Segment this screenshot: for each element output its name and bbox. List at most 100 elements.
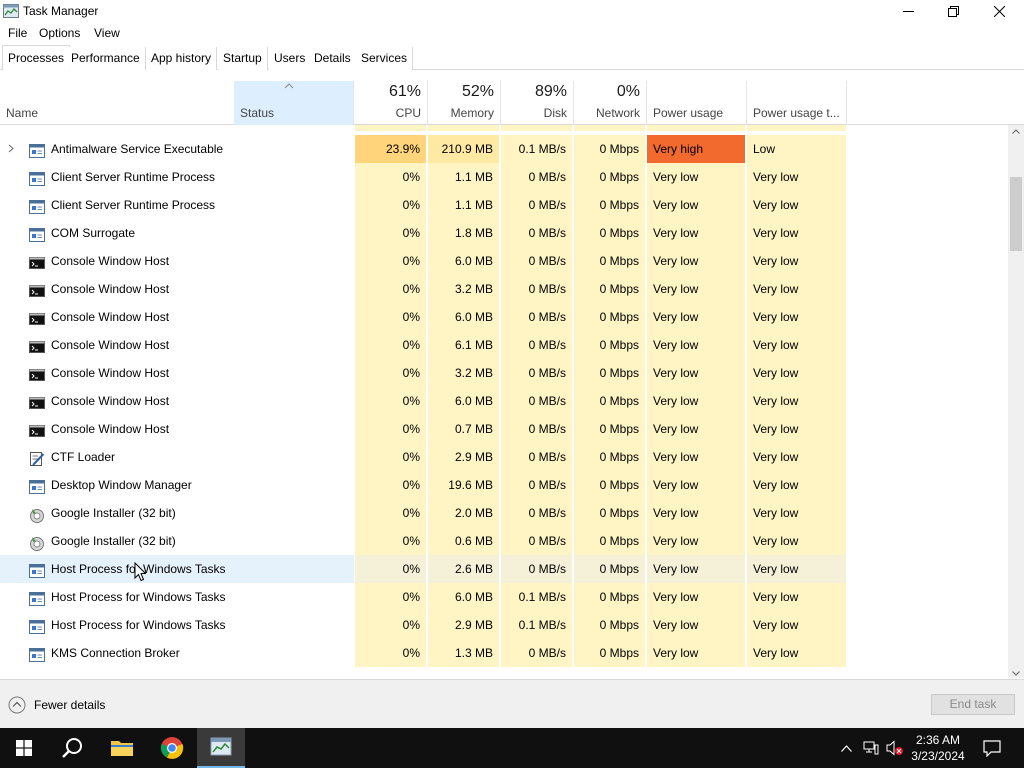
column-power-usage[interactable]: Power usage	[647, 81, 747, 125]
process-cpu: 0%	[355, 387, 427, 415]
process-name: Client Server Runtime Process	[51, 170, 216, 184]
table-row[interactable]: Console Window Host 0% 6.1 MB 0 MB/s 0 Mbps V…	[0, 331, 1008, 359]
table-row[interactable]: Console Window Host 0% 6.0 MB 0 MB/s 0 Mbps V…	[0, 303, 1008, 331]
table-row[interactable]: Client Server Runtime Process 0% 1.1 MB 0 M…	[0, 191, 1008, 219]
column-disk[interactable]: 89% Disk	[501, 81, 574, 125]
table-row[interactable]: Google Installer (32 bit) 0% 2.0 MB 0 MB/s 0…	[0, 499, 1008, 527]
process-power-usage: Very low	[647, 247, 746, 275]
tab-startup[interactable]: Startup	[218, 47, 268, 70]
process-power-usage: Very low	[647, 275, 746, 303]
fewer-details-icon[interactable]	[8, 696, 26, 714]
console-icon	[29, 393, 45, 409]
close-button[interactable]	[976, 0, 1022, 23]
process-power-usage: Very high	[647, 135, 746, 163]
process-name: KMS Connection Broker	[51, 646, 180, 660]
process-power-usage: Very low	[647, 555, 746, 583]
column-memory[interactable]: 52% Memory	[428, 81, 501, 125]
process-power-usage: Very low	[647, 331, 746, 359]
taskbar: 2:36 AM 3/23/2024	[0, 728, 1024, 768]
tab-performance[interactable]: Performance	[66, 47, 146, 70]
process-memory: 2.0 MB	[428, 499, 500, 527]
end-task-button[interactable]: End task	[931, 694, 1015, 715]
process-power-usage-trend: Very low	[747, 387, 846, 415]
menu-file[interactable]: File	[8, 26, 27, 40]
process-memory: 2.9 MB	[428, 611, 500, 639]
table-row[interactable]: Host Process for Windows Tasks 0% 2.6 MB 0 …	[0, 555, 1008, 583]
menu-options[interactable]: Options	[39, 26, 80, 40]
process-memory: 2.6 MB	[428, 555, 500, 583]
process-cpu: 0%	[355, 639, 427, 667]
process-cpu: 0%	[355, 359, 427, 387]
action-center-button[interactable]	[980, 728, 1004, 768]
process-status-cell	[234, 219, 354, 247]
process-network: 0 Mbps	[574, 471, 646, 499]
minimize-icon	[902, 11, 914, 12]
service-app-icon	[29, 561, 45, 578]
file-explorer-button[interactable]	[98, 728, 146, 768]
process-name: CTF Loader	[51, 450, 116, 464]
column-name[interactable]: Name	[0, 81, 234, 125]
fewer-details-link[interactable]: Fewer details	[34, 698, 105, 712]
column-power-usage-trend[interactable]: Power usage t...	[747, 81, 847, 125]
column-status[interactable]: Status	[234, 81, 354, 125]
start-button[interactable]	[0, 728, 48, 768]
scroll-up-icon[interactable]	[1012, 129, 1020, 134]
column-cpu[interactable]: 61% CPU	[355, 81, 428, 125]
table-row[interactable]: Google Installer (32 bit) 0% 0.6 MB 0 MB/s 0…	[0, 527, 1008, 555]
process-power-usage-trend: Very low	[747, 359, 846, 387]
column-network[interactable]: 0% Network	[574, 81, 647, 125]
chrome-button[interactable]	[148, 728, 196, 768]
show-hidden-icons-button[interactable]	[838, 728, 854, 768]
menu-view[interactable]: View	[94, 26, 120, 40]
tab-details[interactable]: Details	[309, 47, 357, 70]
tab-services[interactable]: Services	[356, 47, 414, 70]
process-power-usage: Very low	[647, 163, 746, 191]
process-name: Console Window Host	[51, 366, 170, 380]
chrome-icon	[160, 737, 184, 759]
table-row[interactable]: Console Window Host 0% 0.7 MB 0 MB/s 0 Mbps V…	[0, 415, 1008, 443]
table-row[interactable]: Host Process for Windows Tasks 0% 6.0 MB 0.…	[0, 583, 1008, 611]
process-disk: 0 MB/s	[501, 555, 573, 583]
process-name-cell: Console Window Host	[0, 387, 234, 415]
task-manager-taskbar-button[interactable]	[197, 728, 245, 768]
mouse-cursor-icon	[134, 562, 146, 582]
process-memory: 3.2 MB	[428, 275, 500, 303]
table-row[interactable]: Host Process for Windows Tasks 0% 2.9 MB 0.…	[0, 611, 1008, 639]
table-row[interactable]: Client Server Runtime Process 0% 1.1 MB 0 M…	[0, 163, 1008, 191]
scrollbar-thumb[interactable]	[1010, 177, 1022, 251]
process-network: 0 Mbps	[574, 387, 646, 415]
table-row[interactable]: Console Window Host 0% 3.2 MB 0 MB/s 0 Mbps V…	[0, 275, 1008, 303]
task-manager-icon	[210, 737, 232, 756]
process-name: Console Window Host	[51, 310, 170, 324]
process-name: Console Window Host	[51, 282, 170, 296]
table-row[interactable]: Console Window Host 0% 6.0 MB 0 MB/s 0 Mbps V…	[0, 247, 1008, 275]
network-tray-button[interactable]	[861, 728, 881, 768]
process-cpu: 0%	[355, 247, 427, 275]
process-network: 0 Mbps	[574, 219, 646, 247]
restore-icon	[947, 6, 959, 17]
process-cpu: 0%	[355, 499, 427, 527]
expand-chevron-icon[interactable]	[8, 144, 14, 153]
tab-app-history[interactable]: App history	[146, 47, 218, 70]
search-button[interactable]	[48, 728, 96, 768]
table-row[interactable]: Antimalware Service Executable 23.9% 210.9…	[0, 135, 1008, 163]
table-row[interactable]: KMS Connection Broker 0% 1.3 MB 0 MB/s 0 Mbp…	[0, 639, 1008, 667]
process-power-usage-trend: Very low	[747, 275, 846, 303]
tab-processes[interactable]: Processes	[2, 45, 71, 71]
restore-button[interactable]	[930, 0, 976, 23]
table-row[interactable]: COM Surrogate 0% 1.8 MB 0 MB/s 0 Mbps Very lo…	[0, 219, 1008, 247]
table-row[interactable]: Desktop Window Manager 0% 19.6 MB 0 MB/s 0 M…	[0, 471, 1008, 499]
table-row[interactable]: Console Window Host 0% 6.0 MB 0 MB/s 0 Mbps V…	[0, 387, 1008, 415]
vertical-scrollbar[interactable]	[1008, 125, 1024, 678]
process-network: 0 Mbps	[574, 331, 646, 359]
tab-users[interactable]: Users	[269, 47, 312, 70]
table-row[interactable]: CTF Loader 0% 2.9 MB 0 MB/s 0 Mbps Very low Ve…	[0, 443, 1008, 471]
system-clock[interactable]: 2:36 AM 3/23/2024	[900, 732, 976, 764]
table-row[interactable]: Console Window Host 0% 3.2 MB 0 MB/s 0 Mbps V…	[0, 359, 1008, 387]
table-row[interactable]	[0, 125, 1008, 131]
process-name-cell: Console Window Host	[0, 303, 234, 331]
minimize-button[interactable]	[885, 0, 931, 23]
process-name-cell: CTF Loader	[0, 443, 234, 471]
scroll-down-icon[interactable]	[1012, 671, 1020, 676]
process-status-cell	[234, 611, 354, 639]
